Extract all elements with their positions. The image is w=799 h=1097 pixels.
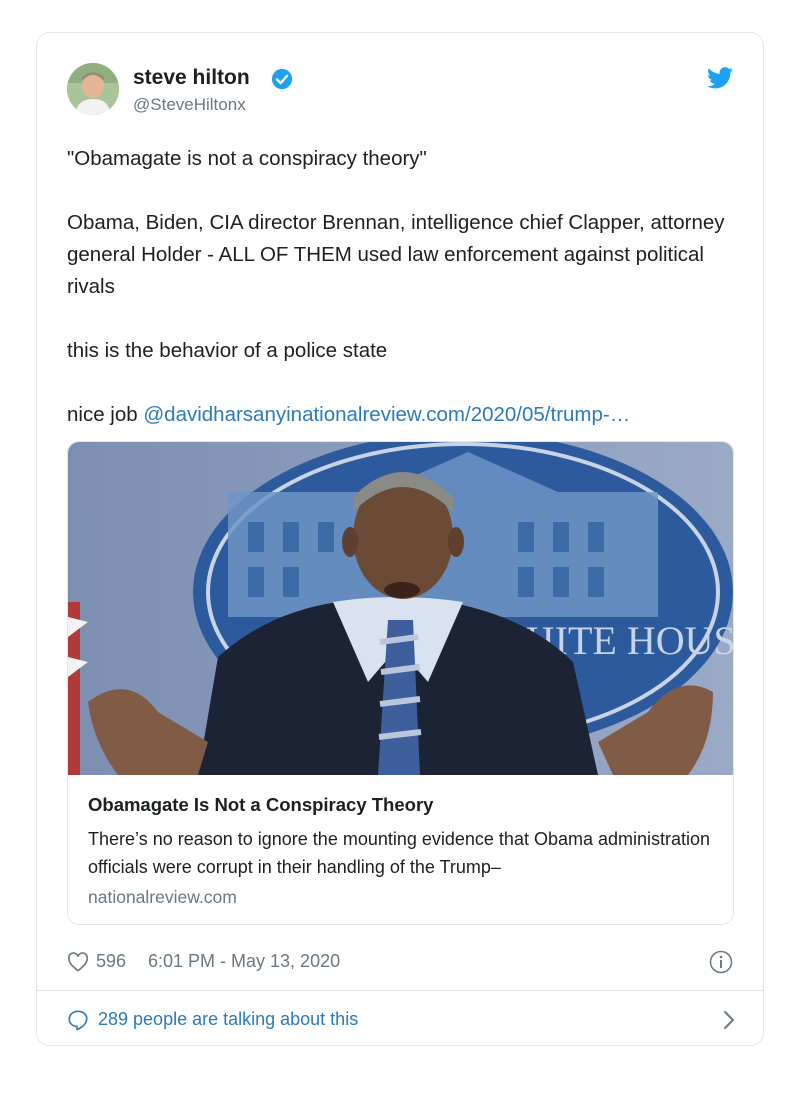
twitter-bird-icon[interactable] xyxy=(707,67,733,89)
reply-icon xyxy=(68,1010,88,1031)
tweet-text: "Obamagate is not a conspiracy theory" O… xyxy=(67,143,737,431)
tweet-card: steve hilton @SteveHiltonx "Obamagate is… xyxy=(36,32,764,1046)
tweet-line: Obama, Biden, CIA director Brennan, inte… xyxy=(67,211,725,298)
timestamp[interactable]: 6:01 PM - May 13, 2020 xyxy=(148,951,340,972)
avatar[interactable] xyxy=(67,63,119,115)
article-url-link[interactable]: nationalreview.com/2020/05/trump-… xyxy=(291,403,631,426)
card-title[interactable]: Obamagate Is Not a Conspiracy Theory xyxy=(88,794,433,816)
tweet-line: nice job @davidharsanyinationalreview.co… xyxy=(67,399,737,431)
article-image: WHITE HOUSE xyxy=(68,442,733,775)
chevron-right-icon[interactable] xyxy=(723,1010,735,1030)
tweet-line: this is the behavior of a police state xyxy=(67,339,388,362)
mention-link[interactable]: @davidharsanyi xyxy=(143,403,290,426)
like-icon[interactable] xyxy=(67,952,89,972)
link-preview-card[interactable]: WHITE HOUSE Obamagate Is Not a Conspirac… xyxy=(67,441,734,925)
conversation-count-text[interactable]: 289 people are talking about this xyxy=(98,1009,358,1030)
tweet-line-prefix: nice job xyxy=(67,403,144,426)
author-name[interactable]: steve hilton xyxy=(133,66,250,90)
like-count[interactable]: 596 xyxy=(96,951,126,972)
info-icon[interactable] xyxy=(709,950,733,974)
card-description: There’s no reason to ignore the mounting… xyxy=(88,829,711,877)
author-handle[interactable]: @SteveHiltonx xyxy=(133,95,246,115)
card-domain: nationalreview.com xyxy=(88,887,237,907)
verified-icon xyxy=(271,68,293,90)
tweet-line: "Obamagate is not a conspiracy theory" xyxy=(67,147,427,170)
footer-divider xyxy=(37,990,763,991)
conversation-link[interactable]: 289 people are talking about this xyxy=(67,1007,735,1033)
